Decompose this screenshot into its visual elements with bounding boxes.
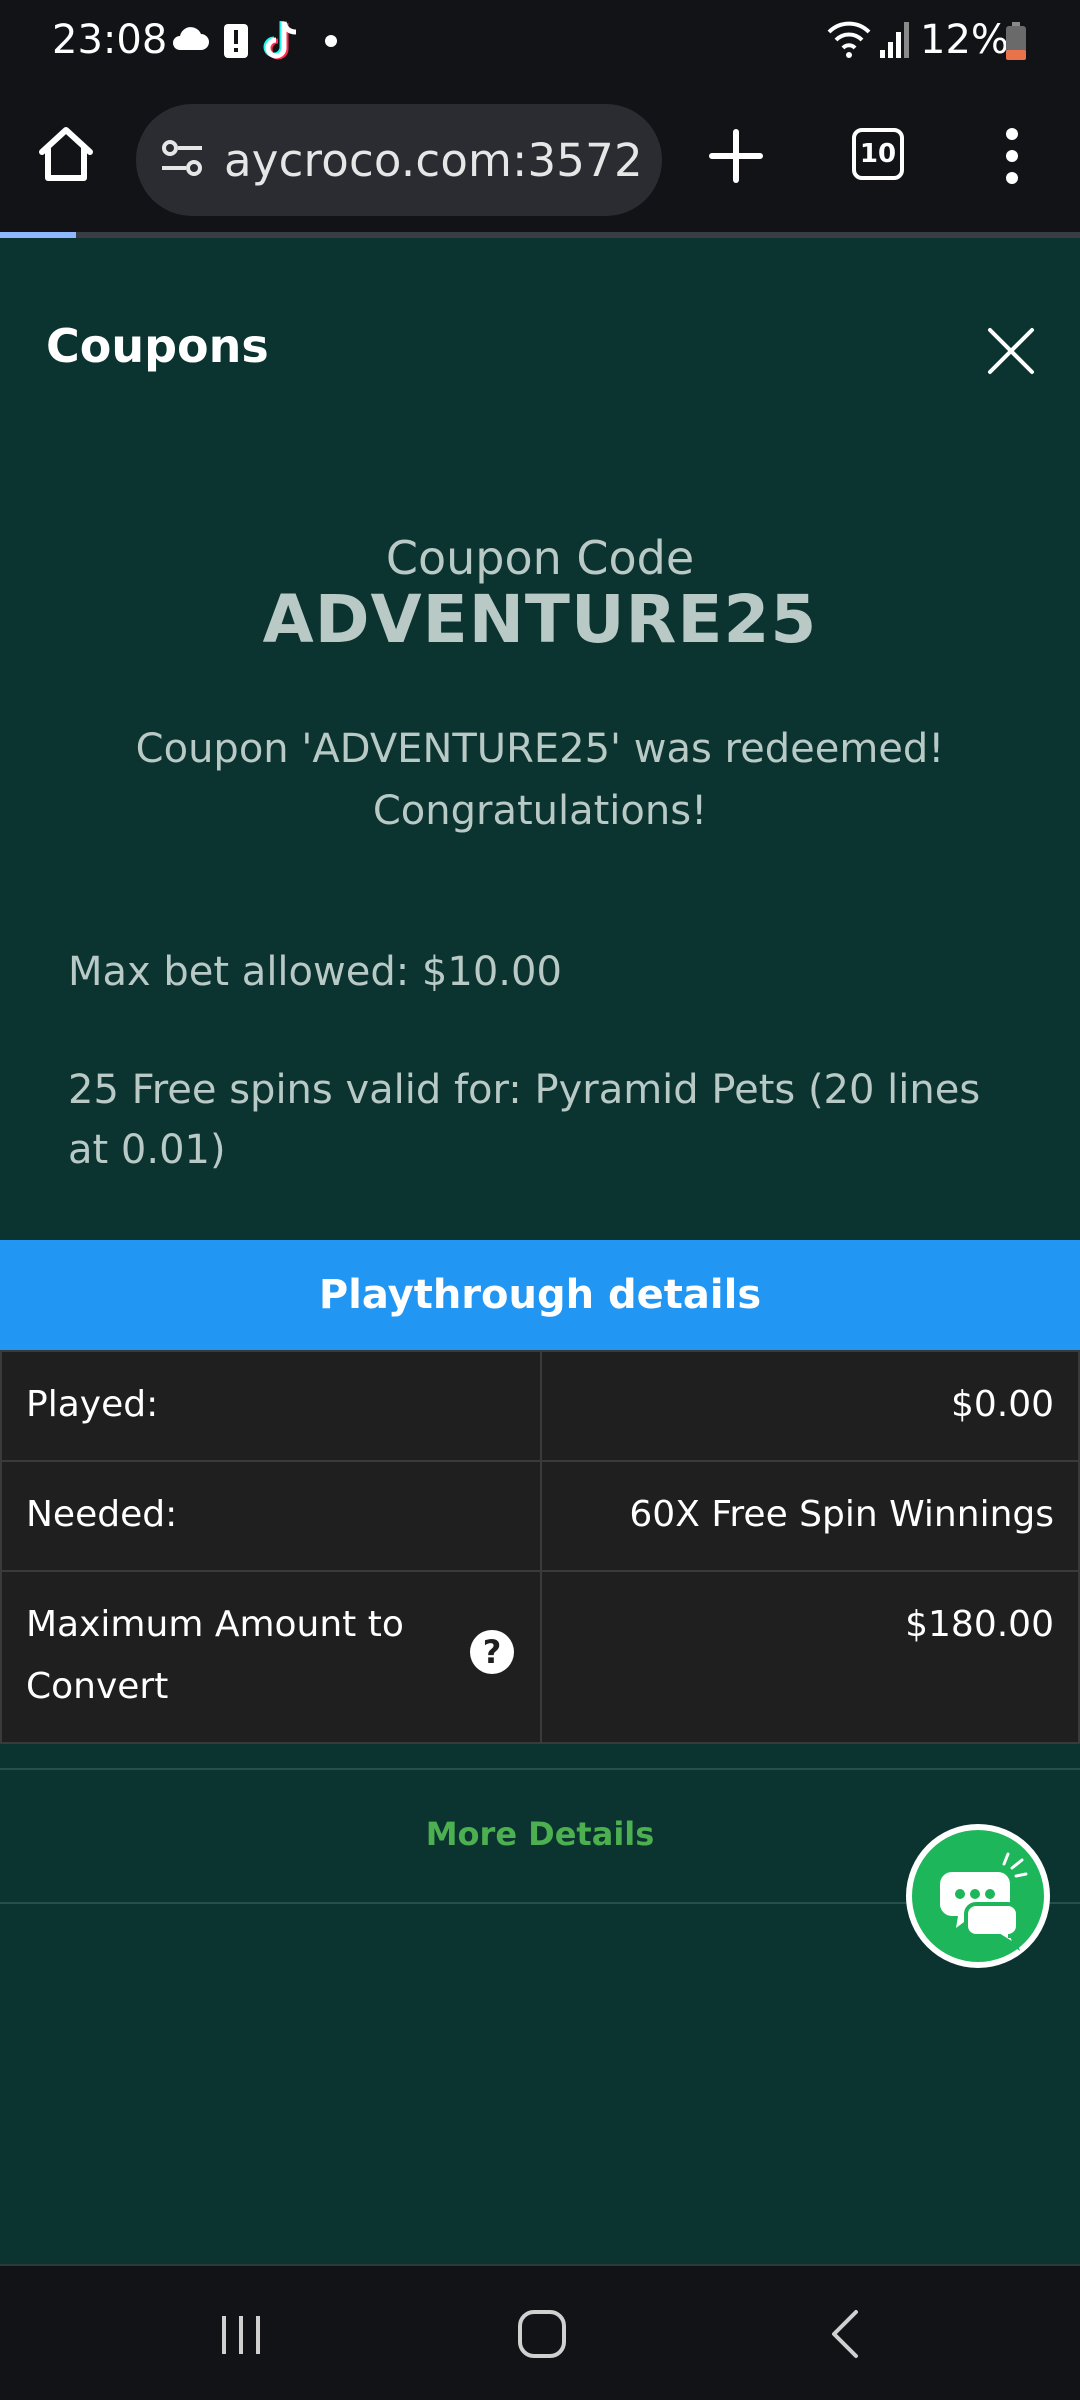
battery-percent: 12% [920,17,1009,63]
coupon-code: ADVENTURE25 [262,581,818,658]
playthrough-header: Playthrough details [0,1240,1080,1350]
needed-label: Needed: [0,1460,542,1572]
modal-title: Coupons [46,319,269,373]
max-bet-text: Max bet allowed: $10.00 [68,949,562,995]
browser-toolbar: aycroco.com:3572 10 [0,80,1080,236]
home-icon[interactable] [34,122,98,186]
recents-icon[interactable] [216,2310,266,2360]
coupon-code-label: Coupon Code [385,531,695,585]
max-convert-value: $180.00 [540,1570,1080,1744]
back-icon[interactable] [826,2308,866,2360]
max-convert-label: Maximum Amount to Convert [26,1604,404,1707]
system-nav-bar [0,2266,1080,2400]
redeem-message: Coupon 'ADVENTURE25' was redeemed! Congr… [100,718,980,842]
url-text[interactable]: aycroco.com:3572 [224,134,643,188]
free-spins-text: 25 Free spins valid for: Pyramid Pets (2… [68,1067,981,1173]
tune-icon[interactable] [158,134,208,184]
needed-value: 60X Free Spin Winnings [540,1460,1080,1572]
battery-icon [1006,22,1026,60]
table-row: Played: $0.00 [0,1350,1080,1462]
redeem-message-line2: Congratulations! [372,788,708,834]
tab-switcher-button[interactable]: 10 [852,128,904,180]
table-row: Needed: 60X Free Spin Winnings [0,1460,1080,1572]
cloud-icon [173,27,209,50]
home-icon[interactable] [516,2308,568,2360]
dot-icon [325,35,337,47]
divider [0,1768,1080,1770]
coupon-modal: Coupons Coupon Code ADVENTURE25 Coupon '… [0,238,1080,2266]
played-value: $0.00 [540,1350,1080,1462]
max-convert-cell: Maximum Amount to Convert ? [0,1570,542,1744]
question-icon[interactable]: ? [470,1630,514,1674]
table-row: Maximum Amount to Convert ? $180.00 [0,1570,1080,1744]
chat-button[interactable] [906,1824,1050,1968]
chat-button-fill [912,1830,1044,1962]
more-vert-icon[interactable] [996,124,1028,188]
plus-icon[interactable] [706,126,766,186]
close-icon[interactable] [986,326,1036,376]
status-bar: 23:08 12% [0,0,1080,80]
chat-icon [940,1852,1028,1951]
played-label: Played: [0,1350,542,1462]
playthrough-table: Played: $0.00 Needed: 60X Free Spin Winn… [0,1350,1080,1744]
alert-icon [224,24,248,58]
status-time: 23:08 [52,17,168,63]
tiktok-icon [263,21,297,60]
address-bar[interactable]: aycroco.com:3572 [136,104,662,216]
wifi-icon [827,21,871,58]
redeem-message-line1: Coupon 'ADVENTURE25' was redeemed! [135,726,945,772]
signal-icon [880,22,909,58]
